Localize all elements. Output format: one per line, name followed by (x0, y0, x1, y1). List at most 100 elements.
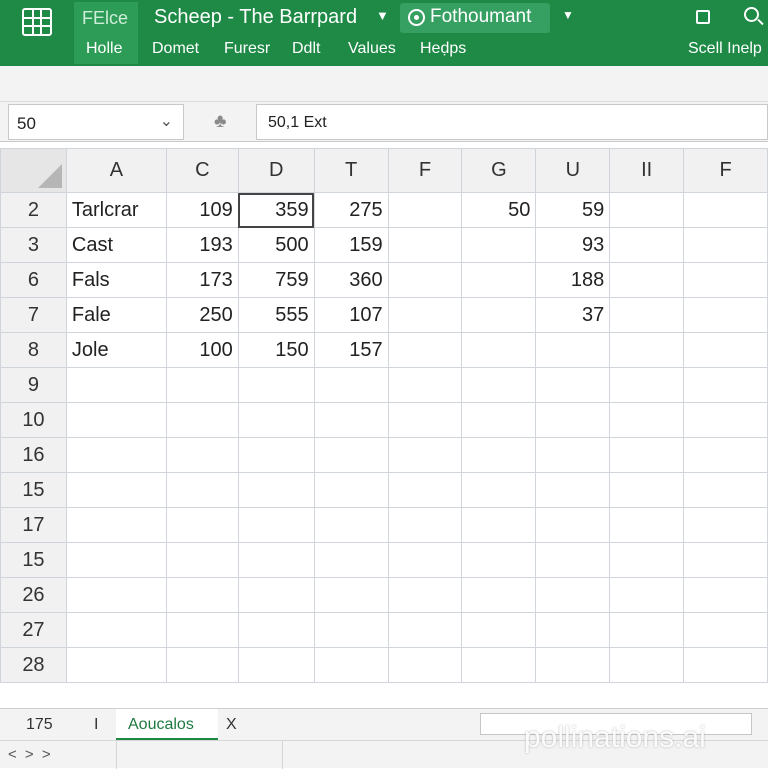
cell[interactable] (609, 542, 685, 578)
cell[interactable] (65, 437, 167, 473)
name-box[interactable]: 50 ⌄ (8, 104, 184, 140)
cell[interactable] (683, 262, 768, 298)
cell[interactable] (237, 437, 315, 473)
cell[interactable] (165, 612, 239, 648)
cell[interactable] (65, 577, 167, 613)
cell[interactable]: 275 (313, 192, 389, 228)
cell[interactable] (609, 437, 685, 473)
cell[interactable] (165, 472, 239, 508)
cell[interactable] (609, 647, 685, 683)
menu-item-2[interactable]: Furesr (224, 40, 270, 58)
cell[interactable] (237, 577, 315, 613)
cell[interactable] (683, 507, 768, 543)
cell[interactable]: Jole (65, 332, 167, 368)
cell[interactable] (609, 472, 685, 508)
cell[interactable]: 250 (165, 297, 239, 333)
cell[interactable] (535, 647, 611, 683)
column-header[interactable]: A (65, 148, 167, 193)
active-cell[interactable]: 359 (237, 192, 315, 228)
cell[interactable] (461, 472, 537, 508)
column-header[interactable]: F (683, 148, 768, 193)
menu-item-1[interactable]: Domet (152, 40, 199, 58)
cell[interactable]: 173 (165, 262, 239, 298)
cell[interactable] (535, 612, 611, 648)
cell[interactable] (387, 437, 463, 473)
cell[interactable] (65, 367, 167, 403)
cell[interactable] (387, 402, 463, 438)
help-menu[interactable]: Scell Inelp (688, 40, 762, 58)
cell[interactable] (461, 542, 537, 578)
cell[interactable] (237, 612, 315, 648)
cell[interactable]: Cast (65, 227, 167, 263)
cell[interactable] (237, 367, 315, 403)
cell[interactable] (237, 507, 315, 543)
cell[interactable] (165, 367, 239, 403)
cell[interactable] (387, 332, 463, 368)
cell[interactable] (461, 332, 537, 368)
name-box-chevron-down-icon[interactable]: ⌄ (160, 111, 173, 131)
cell[interactable] (313, 367, 389, 403)
insert-function-icon[interactable]: ♣ (214, 111, 226, 133)
cell[interactable] (387, 472, 463, 508)
cell[interactable] (683, 437, 768, 473)
cell[interactable] (313, 507, 389, 543)
row-header[interactable]: 15 (0, 542, 67, 578)
title-chevron-down-icon[interactable]: ▼ (376, 8, 389, 23)
cell[interactable] (683, 612, 768, 648)
column-header[interactable]: T (313, 148, 389, 193)
cell[interactable] (609, 227, 685, 263)
column-header[interactable]: II (609, 148, 685, 193)
row-header[interactable]: 9 (0, 367, 67, 403)
select-all-corner[interactable] (0, 148, 67, 193)
cell[interactable]: 193 (165, 227, 239, 263)
cell[interactable] (683, 332, 768, 368)
cell[interactable] (313, 647, 389, 683)
restore-window-icon[interactable] (696, 10, 710, 24)
cell[interactable] (683, 402, 768, 438)
cell[interactable] (237, 647, 315, 683)
menu-item-5[interactable]: Heḍps (420, 40, 466, 58)
row-header[interactable]: 17 (0, 507, 67, 543)
search-icon[interactable] (744, 7, 759, 22)
cell[interactable]: 37 (535, 297, 611, 333)
cell[interactable] (683, 472, 768, 508)
cell[interactable]: 59 (535, 192, 611, 228)
cell[interactable] (387, 367, 463, 403)
cell[interactable] (387, 192, 463, 228)
cell[interactable] (313, 437, 389, 473)
cell[interactable] (165, 402, 239, 438)
cell[interactable] (387, 612, 463, 648)
cell[interactable] (461, 367, 537, 403)
row-header[interactable]: 15 (0, 472, 67, 508)
cell[interactable] (165, 542, 239, 578)
formula-input[interactable]: 50,1 Ext (256, 104, 768, 140)
row-header[interactable]: 8 (0, 332, 67, 368)
cell[interactable]: 100 (165, 332, 239, 368)
column-header[interactable]: C (165, 148, 239, 193)
cell[interactable] (535, 472, 611, 508)
cell[interactable]: 50 (461, 192, 537, 228)
cell[interactable]: 159 (313, 227, 389, 263)
cell[interactable] (461, 227, 537, 263)
cell[interactable] (313, 612, 389, 648)
cell[interactable]: 107 (313, 297, 389, 333)
cell[interactable] (387, 227, 463, 263)
row-header[interactable]: 2 (0, 192, 67, 228)
cell[interactable]: 555 (237, 297, 315, 333)
cell[interactable] (609, 192, 685, 228)
row-header[interactable]: 16 (0, 437, 67, 473)
column-header[interactable]: D (237, 148, 315, 193)
row-header[interactable]: 26 (0, 577, 67, 613)
cell[interactable]: 360 (313, 262, 389, 298)
cell[interactable] (65, 507, 167, 543)
row-header[interactable]: 6 (0, 262, 67, 298)
cell[interactable] (387, 647, 463, 683)
account-chevron-down-icon[interactable]: ▼ (562, 8, 574, 22)
cell[interactable] (387, 507, 463, 543)
cell[interactable] (313, 402, 389, 438)
row-header[interactable]: 27 (0, 612, 67, 648)
cell[interactable] (165, 577, 239, 613)
cell[interactable] (65, 612, 167, 648)
close-sheet-button[interactable]: X (226, 716, 237, 734)
cell[interactable] (535, 577, 611, 613)
